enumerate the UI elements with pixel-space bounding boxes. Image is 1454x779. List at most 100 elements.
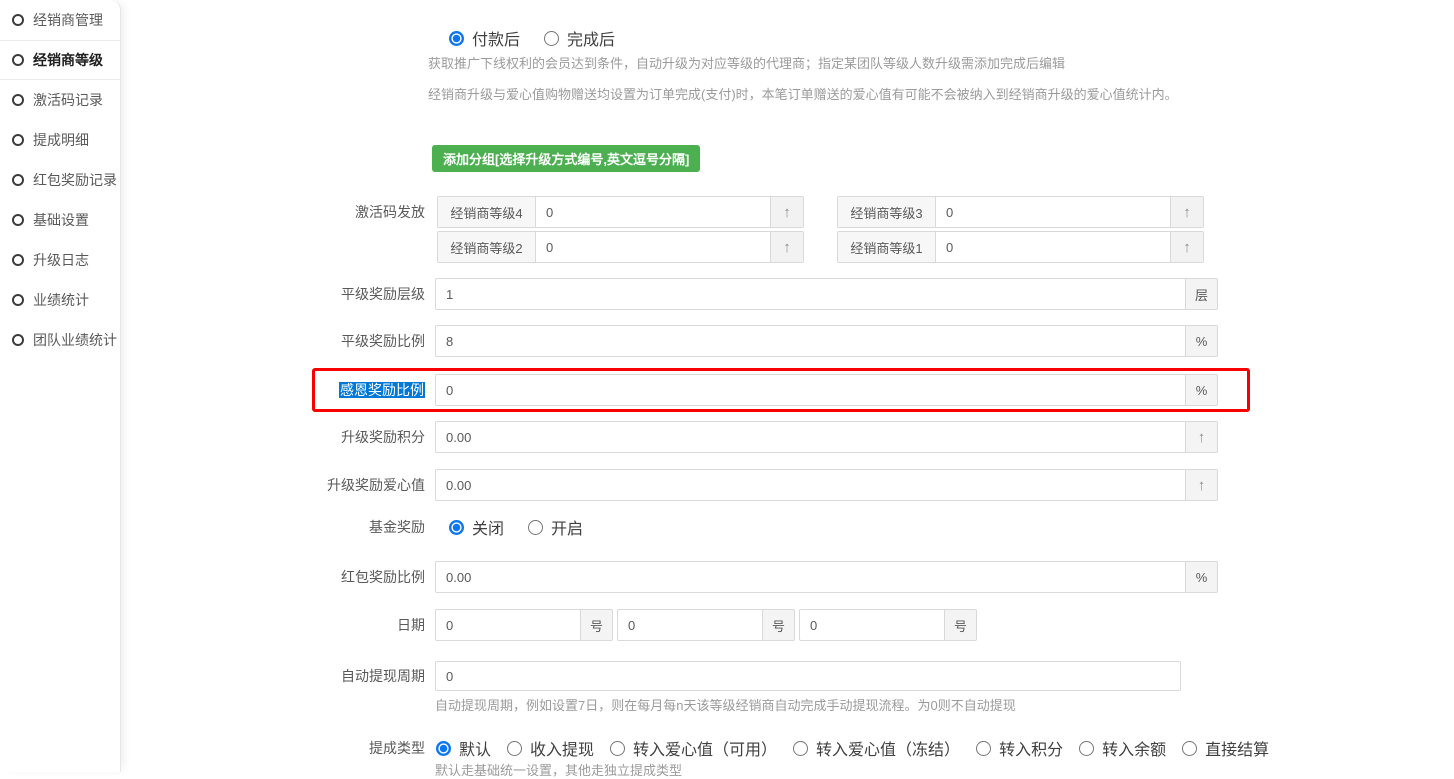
radio-after-payment[interactable]: 付款后 — [449, 26, 520, 50]
radio-label: 关闭 — [472, 515, 504, 539]
radio-unchecked-icon — [544, 31, 559, 46]
upgrade-reward-points-input[interactable] — [435, 421, 1186, 453]
activation-code-row: 激活码发放 经销商等级4 ↑ 经销商等级3 ↑ 经销商等级2 ↑ 经销商等级1 … — [0, 196, 1454, 263]
radio-after-completion[interactable]: 完成后 — [544, 26, 615, 50]
auto-withdraw-label: 自动提现周期 — [0, 661, 425, 691]
peer-reward-layer-row: 平级奖励层级 层 — [0, 278, 1454, 310]
gratitude-reward-ratio-input[interactable] — [435, 374, 1186, 406]
radio-checked-icon — [436, 741, 451, 756]
activation-level2-input[interactable] — [536, 232, 770, 262]
upgrade-reward-points-label: 升级奖励积分 — [0, 421, 425, 453]
radio-checked-icon — [449, 520, 464, 535]
activation-level4-input[interactable] — [536, 197, 770, 227]
up-arrow-icon[interactable]: ↑ — [770, 232, 803, 262]
radio-unchecked-icon — [793, 741, 808, 756]
date-input-1[interactable] — [435, 609, 581, 641]
activation-group-level4: 经销商等级4 ↑ — [437, 196, 804, 228]
up-arrow-icon[interactable]: ↑ — [1170, 197, 1203, 227]
fund-reward-row: 基金奖励 关闭 开启 — [0, 512, 1454, 542]
radio-unchecked-icon — [1079, 741, 1094, 756]
sidebar-item-label: 经销商等级 — [33, 50, 103, 70]
date-row: 日期 号 号 号 — [0, 609, 1454, 641]
circle-icon — [12, 174, 24, 186]
upgrade-reward-love-row: 升级奖励爱心值 ↑ — [0, 469, 1454, 501]
activation-level3-input[interactable] — [936, 197, 1170, 227]
date-group-3: 号 — [799, 609, 977, 641]
dealer-level-settings-page: 经销商管理 经销商等级 激活码记录 提成明细 红包奖励记录 基础设置 升级日志 — [0, 0, 1454, 772]
peer-reward-layer-label: 平级奖励层级 — [0, 278, 425, 310]
auto-withdraw-input[interactable] — [435, 661, 1181, 691]
date-group-1: 号 — [435, 609, 613, 641]
radio-fund-open[interactable]: 开启 — [528, 515, 583, 539]
peer-reward-layer-input[interactable] — [435, 278, 1186, 310]
radio-commission-points[interactable]: 转入积分 — [976, 736, 1063, 760]
redpacket-reward-ratio-input[interactable] — [435, 561, 1186, 593]
fund-reward-label: 基金奖励 — [0, 512, 425, 542]
percent-addon: % — [1185, 561, 1218, 593]
date-input-3[interactable] — [799, 609, 945, 641]
upgrade-reward-love-input[interactable] — [435, 469, 1186, 501]
gratitude-reward-ratio-label: 感恩奖励比例 — [0, 374, 425, 406]
radio-label: 转入余额 — [1102, 736, 1166, 760]
activation-code-label: 激活码发放 — [0, 196, 425, 228]
commission-type-label: 提成类型 — [0, 733, 425, 763]
circle-icon — [12, 14, 24, 26]
sidebar-item-dealer-level[interactable]: 经销商等级 — [0, 40, 120, 80]
level3-prefix-label: 经销商等级3 — [838, 197, 936, 227]
radio-label: 转入积分 — [999, 736, 1063, 760]
upgrade-reward-points-row: 升级奖励积分 ↑ — [0, 421, 1454, 453]
level1-prefix-label: 经销商等级1 — [838, 232, 936, 262]
radio-label: 收入提现 — [530, 736, 594, 760]
up-arrow-icon[interactable]: ↑ — [1170, 232, 1203, 262]
circle-icon — [12, 94, 24, 106]
sidebar-item-redpacket-reward-records[interactable]: 红包奖励记录 — [0, 160, 120, 200]
radio-commission-love-frozen[interactable]: 转入爱心值（冻结） — [793, 736, 960, 760]
peer-reward-ratio-input[interactable] — [435, 325, 1186, 357]
percent-addon: % — [1185, 374, 1218, 406]
up-arrow-icon[interactable]: ↑ — [770, 197, 803, 227]
sidebar-item-activation-code-records[interactable]: 激活码记录 — [0, 80, 120, 120]
selected-text-highlight: 感恩奖励比例 — [339, 382, 425, 398]
upgrade-reward-love-label: 升级奖励爱心值 — [0, 469, 425, 501]
radio-commission-income-withdraw[interactable]: 收入提现 — [507, 736, 594, 760]
love-value-help-text: 经销商升级与爱心值购物赠送均设置为订单完成(支付)时，本笔订单赠送的爱心值有可能… — [428, 84, 1178, 103]
commission-type-help-text: 默认走基础统一设置，其他走独立提成类型 — [435, 760, 682, 779]
upgrade-timing-row: 付款后 完成后 — [0, 26, 1454, 46]
radio-unchecked-icon — [528, 520, 543, 535]
activation-level1-input[interactable] — [936, 232, 1170, 262]
auto-withdraw-help-text: 自动提现周期，例如设置7日，则在每月每n天该等级经销商自动完成手动提现流程。为0… — [435, 695, 1016, 714]
radio-unchecked-icon — [1182, 741, 1197, 756]
radio-unchecked-icon — [976, 741, 991, 756]
day-addon: 号 — [944, 609, 977, 641]
unit-addon: 层 — [1185, 278, 1218, 310]
circle-icon — [12, 54, 24, 66]
day-addon: 号 — [580, 609, 613, 641]
upgrade-help-text: 获取推广下线权利的会员达到条件，自动升级为对应等级的代理商；指定某团队等级人数升… — [428, 53, 1065, 72]
radio-unchecked-icon — [610, 741, 625, 756]
auto-withdraw-row: 自动提现周期 — [0, 661, 1454, 691]
radio-label: 付款后 — [472, 26, 520, 50]
date-group-2: 号 — [617, 609, 795, 641]
radio-unchecked-icon — [507, 741, 522, 756]
radio-label: 转入爱心值（可用） — [633, 736, 777, 760]
radio-commission-love-available[interactable]: 转入爱心值（可用） — [610, 736, 777, 760]
radio-fund-close[interactable]: 关闭 — [449, 515, 504, 539]
sidebar-item-commission-detail[interactable]: 提成明细 — [0, 120, 120, 160]
radio-label: 开启 — [551, 515, 583, 539]
radio-label: 转入爱心值（冻结） — [816, 736, 960, 760]
sidebar-item-label: 提成明细 — [33, 130, 89, 150]
radio-commission-default[interactable]: 默认 — [436, 736, 491, 760]
activation-code-grid: 经销商等级4 ↑ 经销商等级3 ↑ 经销商等级2 ↑ 经销商等级1 ↑ — [437, 196, 1204, 263]
radio-commission-direct-settle[interactable]: 直接结算 — [1182, 736, 1269, 760]
redpacket-reward-ratio-label: 红包奖励比例 — [0, 561, 425, 593]
up-arrow-icon[interactable]: ↑ — [1185, 469, 1218, 501]
radio-checked-icon — [449, 31, 464, 46]
radio-label: 默认 — [459, 736, 491, 760]
activation-group-level3: 经销商等级3 ↑ — [837, 196, 1204, 228]
up-arrow-icon[interactable]: ↑ — [1185, 421, 1218, 453]
add-group-button[interactable]: 添加分组[选择升级方式编号,英文逗号分隔] — [432, 145, 700, 172]
day-addon: 号 — [762, 609, 795, 641]
radio-commission-balance[interactable]: 转入余额 — [1079, 736, 1166, 760]
date-input-2[interactable] — [617, 609, 763, 641]
redpacket-reward-ratio-row: 红包奖励比例 % — [0, 561, 1454, 593]
